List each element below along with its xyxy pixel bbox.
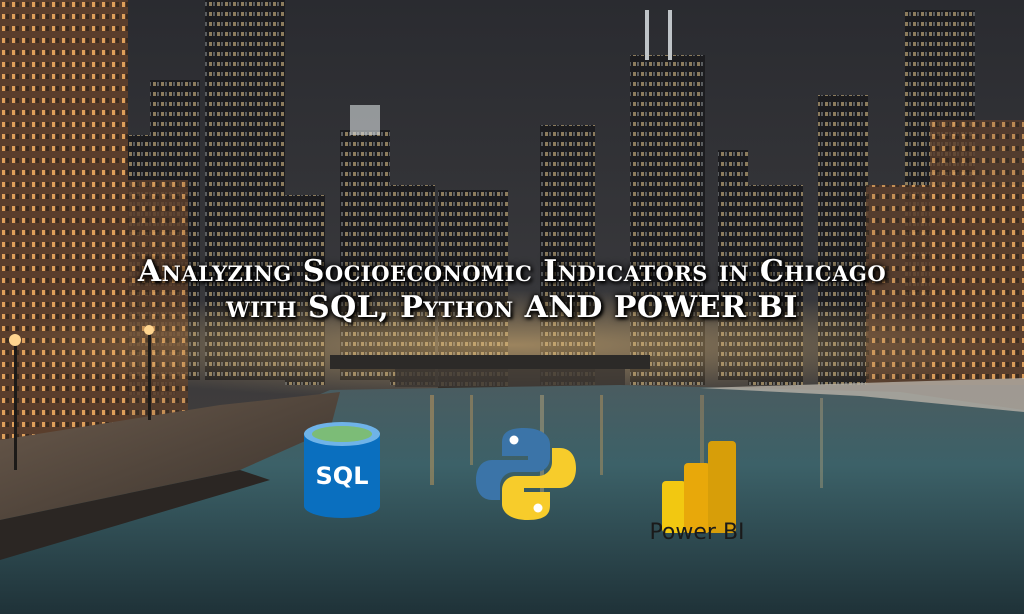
sql-database-icon: SQL [304,422,380,518]
sql-logo-text: SQL [316,462,369,490]
banner-scene: Analyzing Socioeconomic Indicators in Ch… [0,0,1024,614]
power-bi-caption: Power BI [649,520,745,545]
banner-title-line-1: Analyzing Socioeconomic Indicators in Ch… [137,254,887,289]
banner-title-line-2: with SQL, Python AND POWER BI [226,290,798,325]
python-icon [476,428,576,520]
